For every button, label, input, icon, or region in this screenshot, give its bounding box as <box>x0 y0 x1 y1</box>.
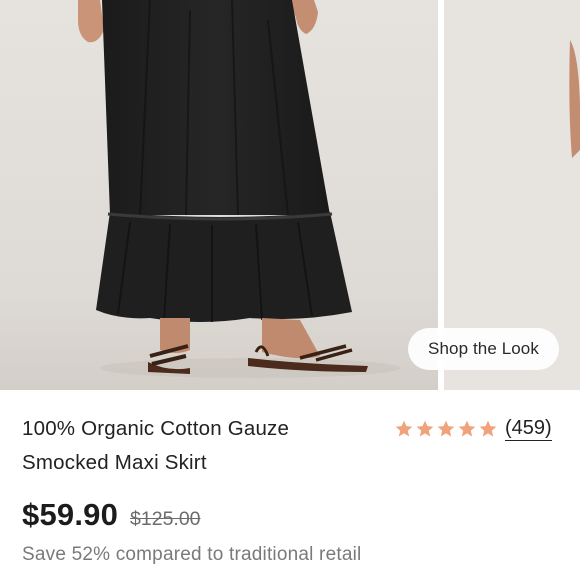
sale-price: $59.90 <box>22 497 119 532</box>
star-icon <box>458 420 476 437</box>
shop-the-look-button[interactable]: Shop the Look <box>408 328 559 370</box>
review-count-link[interactable]: (459) <box>505 417 552 441</box>
compare-at-price: $125.00 <box>130 508 201 530</box>
skirt-photo <box>0 0 438 390</box>
product-image-carousel[interactable]: Shop the Look <box>0 0 580 390</box>
star-icon <box>416 420 434 437</box>
price-row: $59.90 $125.00 <box>22 497 201 533</box>
star-icon <box>437 420 455 437</box>
product-title: 100% Organic Cotton Gauze Smocked Maxi S… <box>22 417 290 474</box>
star-icon <box>395 420 413 437</box>
savings-text: Save 52% compared to traditional retail <box>22 544 362 565</box>
product-rating[interactable]: (459) <box>394 414 552 444</box>
product-info: 100% Organic Cotton Gauze Smocked Maxi S… <box>0 390 580 580</box>
star-rating <box>394 419 498 439</box>
star-icon <box>479 420 497 437</box>
product-image-main[interactable] <box>0 0 438 390</box>
